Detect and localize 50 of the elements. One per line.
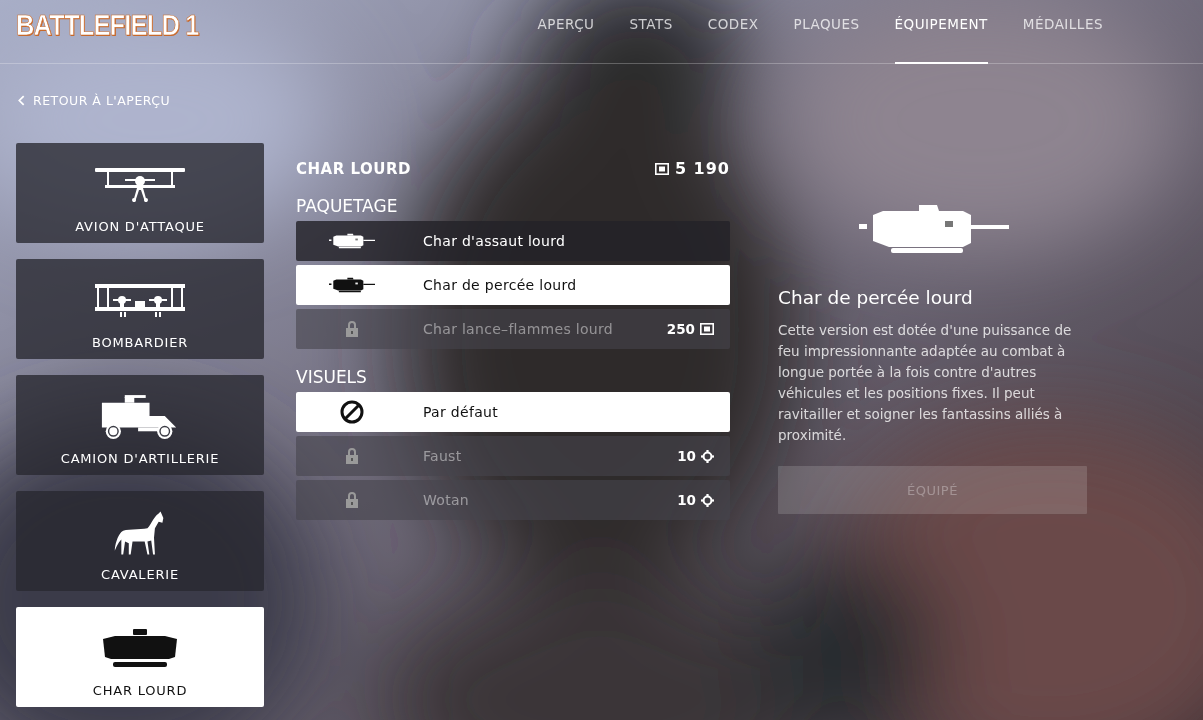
option-row[interactable]: Char de percée lourd [296,265,730,305]
bomber-icon [95,284,185,318]
option-label: Char de percée lourd [423,277,578,293]
option-label: Wotan [423,492,471,508]
detail-title: Char de percée lourd [778,287,974,308]
nav-tab[interactable]: ÉQUIPEMENT [894,0,988,64]
vehicle-card[interactable]: CAMION D'ARTILLERIE [16,375,264,475]
game-logo: BATTLEFIELD 1 [16,9,199,41]
option-label: Par défaut [423,404,499,420]
banknote-icon [654,162,669,175]
vehicle-card[interactable]: BOMBARDIER [16,259,264,359]
tank-icon [329,233,375,249]
option-row[interactable]: Char lance–flammes lourd 250 [296,309,730,349]
option-row[interactable]: Par défaut [296,392,730,432]
option-label: Faust [423,448,463,464]
detail-description: Cette version est dotée d'une puissance de feu impressionnante adaptée au combat à longue portée à la fois contre d'autres véhicules et les positions fixes. Il peut ravitailler et soigner les fantassins alliés à proximité. [778,321,1073,445]
vehicle-label: CHAR LOURD [92,683,188,698]
balance-amount: 5 190 [674,159,730,178]
vehicle-card[interactable]: CHAR LOURD [16,607,264,707]
item-title: CHAR LOURD [296,159,411,178]
lock-icon [346,448,358,464]
lock-icon [346,321,358,337]
tank-icon [329,277,375,293]
price-amount: 250 [666,321,695,337]
vehicle-label: CAMION D'ARTILLERIE [60,451,220,466]
gear-icon [701,449,714,463]
tank-icon [858,203,1009,255]
option-row[interactable]: Wotan 10 [296,480,730,520]
price-amount: 10 [677,448,696,464]
section-title: PAQUETAGE [296,196,399,216]
vehicle-label: CAVALERIE [101,567,179,582]
option-label: Char lance–flammes lourd [423,321,615,337]
banknote-icon [700,323,714,335]
vehicle-card[interactable]: AVION D'ATTAQUE [16,143,264,243]
nav-tab[interactable]: STATS [629,0,673,64]
vehicle-label: AVION D'ATTAQUE [75,219,205,234]
nav-tab[interactable]: CODEX [707,0,759,64]
vehicle-card[interactable]: CAVALERIE [16,491,264,591]
option-row[interactable]: Char d'assaut lourd [296,221,730,261]
option-label: Char d'assaut lourd [423,233,567,249]
price-amount: 10 [677,492,696,508]
nav-tab[interactable]: APERÇU [537,0,595,64]
biplane-icon [95,168,185,202]
chevron-left-icon [18,95,25,106]
gear-icon [701,493,714,507]
vehicle-label: BOMBARDIER [91,335,189,350]
prohibited-icon [340,400,364,424]
section-title: VISUELS [296,367,368,387]
lock-icon [346,492,358,508]
option-row[interactable]: Faust 10 [296,436,730,476]
